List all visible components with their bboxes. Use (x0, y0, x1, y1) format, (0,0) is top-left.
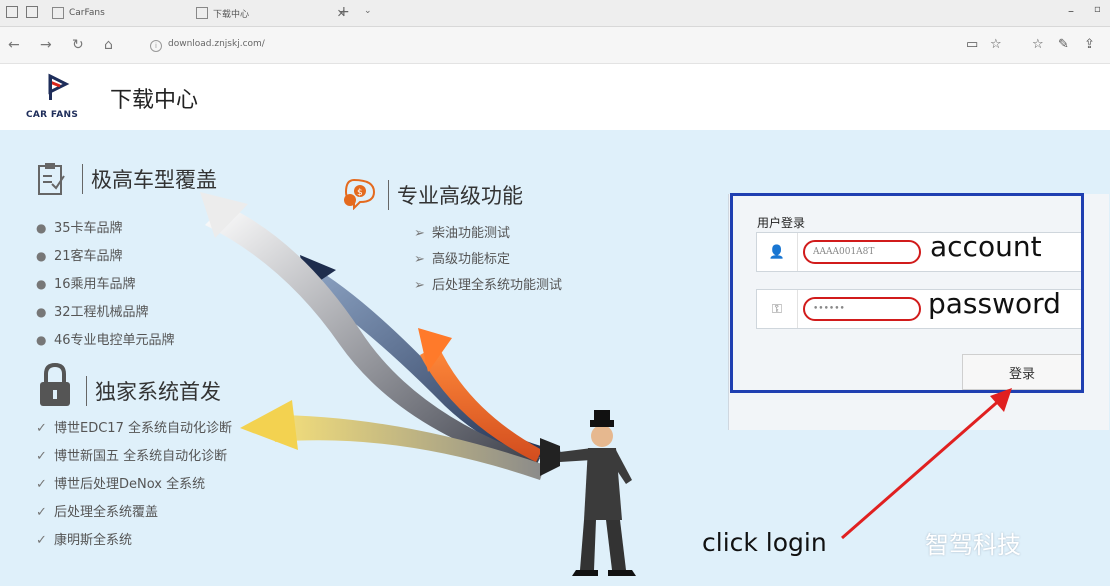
divider (388, 180, 389, 210)
tab-label: CarFans (69, 8, 105, 18)
list-item: ➢ 柴油功能测试 (414, 226, 511, 241)
favorite-star-icon[interactable]: ☆ (990, 37, 1002, 52)
exclusive-list: ✓ 博世EDC17 全系统自动化诊断 ✓ 博世新国五 全系统自动化诊断 ✓ 博世后处理… (36, 415, 232, 555)
divider (82, 164, 83, 194)
list-item: ● 32工程机械品牌 (36, 305, 149, 320)
highlight-box (730, 193, 1084, 393)
carfans-logo-icon[interactable] (46, 72, 72, 102)
tab-label: 下载中心 (213, 9, 250, 20)
page-title: 下载中心 (110, 88, 199, 113)
url-field[interactable]: download.znjskj.com/ (168, 39, 265, 49)
list-item: ● 35卡车品牌 (36, 221, 123, 236)
address-bar: ← → ↻ ⌂ i download.znjskj.com/ ▭ ☆ ☆ ✎ ⇪ (0, 27, 1110, 64)
maximize-icon[interactable]: ▫ (1094, 4, 1101, 15)
coverage-title: 极高车型覆盖 (91, 168, 217, 192)
new-tab-icon[interactable]: + (338, 4, 350, 20)
list-item: ✓ 博世新国五 全系统自动化诊断 (36, 449, 228, 464)
share-icon[interactable]: ⇪ (1084, 37, 1095, 52)
page-icon (196, 7, 208, 19)
page-icon (52, 7, 64, 19)
list-item: ➢ 高级功能标定 (414, 252, 511, 267)
divider (86, 376, 87, 406)
list-item: ➢ 后处理全系统功能测试 (414, 278, 563, 293)
home-icon[interactable]: ⌂ (104, 37, 113, 53)
list-item: ● 21客车品牌 (36, 249, 123, 264)
list-item: ● 46专业电控单元品牌 (36, 333, 175, 348)
forward-icon[interactable]: → (40, 37, 52, 53)
clipboard-check-icon (38, 163, 65, 195)
chevron-down-icon[interactable]: ⌄ (364, 6, 372, 16)
tab-carfans[interactable]: CarFans (52, 3, 172, 23)
advanced-title: 专业高级功能 (397, 184, 523, 208)
brand-name: CAR FANS (26, 110, 79, 120)
svg-text:$: $ (357, 188, 363, 198)
money-chat-icon: $ (344, 178, 376, 210)
exclusive-title: 独家系统首发 (95, 380, 221, 404)
back-icon[interactable]: ← (8, 37, 20, 53)
coverage-list: ● 35卡车品牌 ● 21客车品牌 ● 16乘用车品牌 ● 32工程机械品牌 ● 46专业… (36, 214, 175, 354)
list-item: ✓ 后处理全系统覆盖 (36, 505, 159, 520)
pen-icon[interactable]: ✎ (1058, 37, 1069, 52)
tab-download-center[interactable]: 下载中心 ✕ (196, 3, 346, 23)
click-login-annotation: click login (702, 528, 827, 557)
list-item: ● 16乘用车品牌 (36, 277, 136, 292)
site-header: CAR FANS 下载中心 (0, 64, 1110, 130)
list-item: ✓ 博世后处理DeNox 全系统 (36, 477, 206, 492)
list-item: ✓ 康明斯全系统 (36, 533, 133, 548)
reading-view-icon[interactable]: ▭ (966, 37, 978, 52)
lock-icon (40, 362, 70, 406)
refresh-icon[interactable]: ↻ (72, 37, 84, 53)
list-item: ✓ 博世EDC17 全系统自动化诊断 (36, 421, 232, 436)
watermark: 智驾科技 (925, 531, 1021, 559)
browser-tab-bar: CarFans 下载中心 ✕ + ⌄ – ▫ (0, 0, 1110, 27)
advanced-list: ➢ 柴油功能测试 ➢ 高级功能标定 ➢ 后处理全系统功能测试 (414, 221, 562, 299)
set-aside-tabs-icon[interactable] (26, 6, 38, 18)
info-icon[interactable]: i (150, 40, 162, 52)
tab-actions-icon[interactable] (6, 6, 18, 18)
favorites-hub-icon[interactable]: ☆ (1032, 37, 1044, 52)
minimize-icon[interactable]: – (1068, 4, 1074, 18)
